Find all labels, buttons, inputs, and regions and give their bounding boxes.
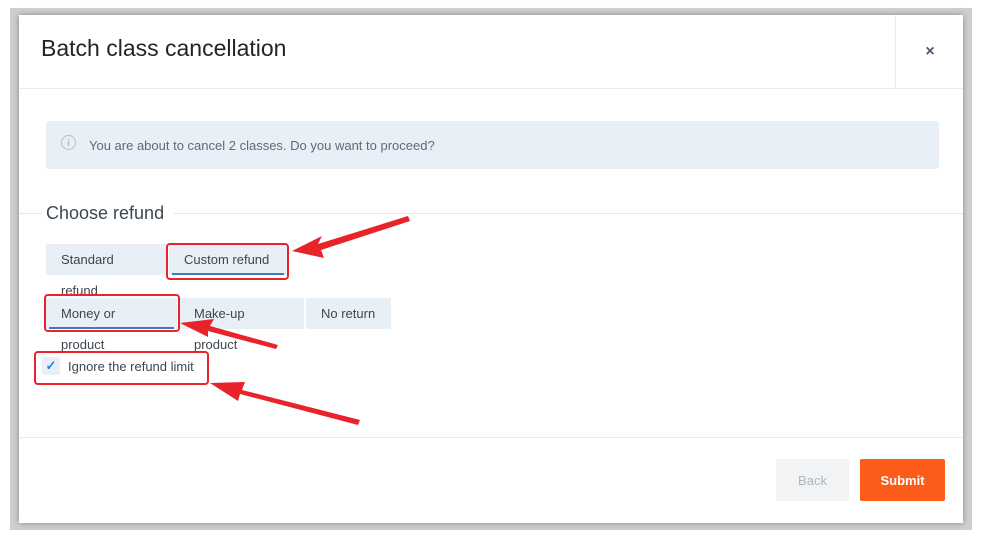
close-button[interactable]: × bbox=[895, 15, 964, 88]
ignore-refund-limit-label[interactable]: Ignore the refund limit bbox=[68, 359, 194, 374]
tab-make-up-product[interactable]: Make-up product bbox=[179, 298, 304, 352]
tab-standard-refund[interactable]: Standard refund bbox=[46, 244, 167, 298]
ignore-refund-limit-checkbox[interactable]: ✓ bbox=[42, 357, 60, 375]
dialog-title: Batch class cancellation bbox=[41, 35, 287, 61]
close-icon[interactable]: × bbox=[925, 43, 934, 61]
ignore-refund-limit-option[interactable]: ✓ Ignore the refund limit bbox=[42, 357, 194, 375]
tab-money-or-product[interactable]: Money or product bbox=[46, 298, 177, 352]
info-alert: i You are about to cancel 2 classes. Do … bbox=[46, 121, 939, 169]
footer-divider bbox=[19, 437, 963, 438]
submit-button[interactable]: Submit bbox=[860, 459, 945, 501]
choose-refund-heading: Choose refund bbox=[41, 203, 175, 224]
tab-custom-refund[interactable]: Custom refund bbox=[169, 244, 287, 275]
alert-message: You are about to cancel 2 classes. Do yo… bbox=[89, 138, 435, 153]
back-button[interactable]: Back bbox=[776, 459, 849, 501]
refund-type-selector: Standard refund Custom refund bbox=[46, 244, 287, 298]
batch-cancellation-dialog: Batch class cancellation × i You are abo… bbox=[19, 15, 963, 523]
refund-method-selector: Money or product Make-up product No retu… bbox=[46, 298, 391, 352]
tab-no-return[interactable]: No return bbox=[306, 298, 391, 329]
info-icon: i bbox=[61, 135, 76, 150]
dialog-header: Batch class cancellation × bbox=[19, 15, 963, 89]
